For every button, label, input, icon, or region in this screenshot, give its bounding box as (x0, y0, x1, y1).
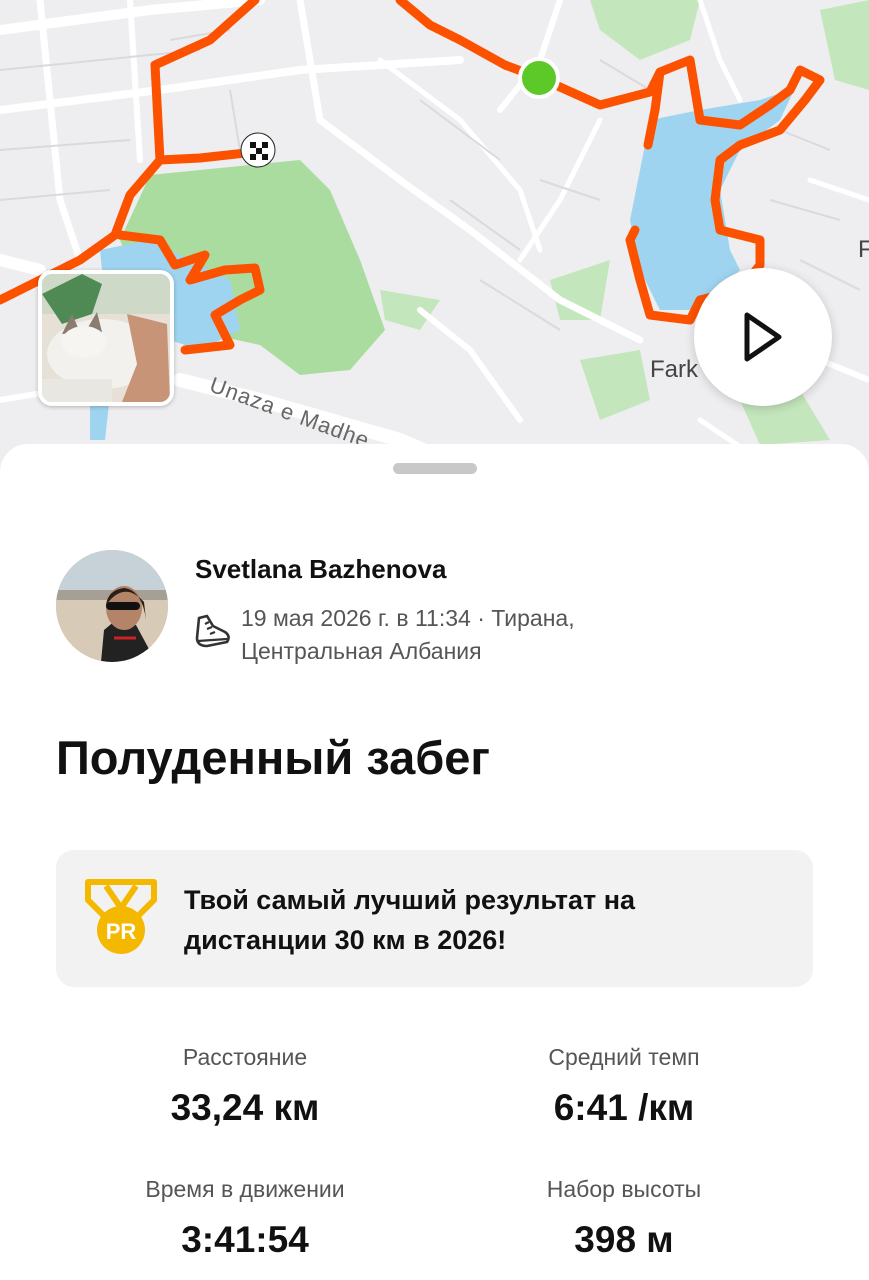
athlete-name[interactable]: Svetlana Bazhenova (195, 554, 446, 585)
activity-title: Полуденный забег (56, 731, 490, 784)
activity-map[interactable]: Unaza e Madhe Fark F (0, 0, 869, 470)
play-flyover-button[interactable] (694, 268, 832, 406)
stat-label: Набор высоты (546, 1176, 702, 1202)
stat-label: Расстояние (182, 1044, 308, 1070)
park-area (380, 290, 440, 330)
stat-value: 33,24 км (170, 1087, 320, 1128)
achievement-text: Твой самый лучший результат на дистанции… (184, 885, 636, 955)
stat-avg-pace: Средний темп 6:41 /км (474, 1044, 774, 1129)
stat-moving-time: Время в движении 3:41:54 (95, 1176, 395, 1261)
activity-date-location: 19 мая 2026 г. в 11:34 · Тирана, Централ… (241, 605, 575, 664)
play-icon (744, 312, 782, 362)
stat-value: 3:41:54 (181, 1219, 309, 1260)
stat-elevation-gain: Набор высоты 398 м (474, 1176, 774, 1261)
park-area (590, 0, 700, 60)
stat-value: 398 м (574, 1219, 674, 1260)
achievement-banner[interactable]: PR Твой самый лучший результат на дистан… (56, 850, 813, 987)
sheet-drag-handle[interactable] (393, 463, 477, 474)
stat-label: Время в движении (145, 1176, 345, 1202)
activity-photo-thumbnail[interactable] (38, 270, 174, 406)
pr-badge-text: PR (106, 919, 137, 944)
stat-label: Средний темп (548, 1044, 700, 1070)
avatar[interactable] (56, 550, 168, 662)
activity-details-sheet: Svetlana Bazhenova 19 мая 2026 г. в 11:3… (0, 444, 869, 1280)
running-shoe-icon (195, 614, 230, 648)
park-area (820, 0, 869, 90)
cat-photo (42, 274, 170, 402)
finish-marker (240, 132, 276, 168)
pr-medal-icon: PR (85, 879, 157, 954)
map-edge-label: F (858, 236, 869, 263)
park-area (580, 350, 650, 420)
start-marker (518, 57, 560, 99)
stat-distance: Расстояние 33,24 км (95, 1044, 395, 1129)
athlete-photo (56, 550, 168, 662)
map-place-label: Fark (650, 356, 698, 383)
stat-value: 6:41 /км (553, 1087, 695, 1128)
